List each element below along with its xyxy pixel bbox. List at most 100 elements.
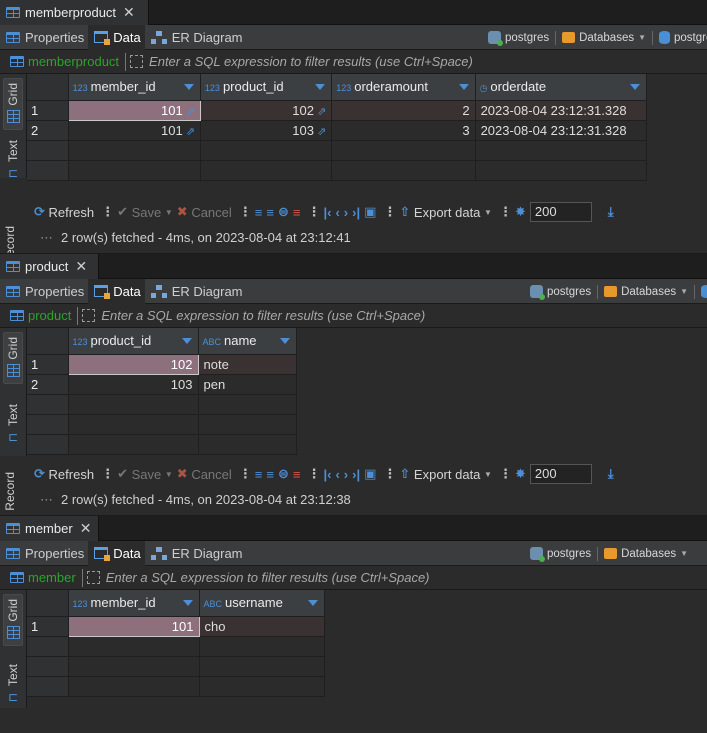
- table-row[interactable]: 1 102 note: [27, 353, 297, 375]
- column-header[interactable]: ABC name: [198, 328, 297, 355]
- sort-icon[interactable]: [182, 600, 193, 606]
- column-header[interactable]: ◷ orderdate: [475, 74, 648, 101]
- dropdown-icon[interactable]: ▼: [680, 549, 688, 558]
- link-icon[interactable]: ⇗: [317, 106, 326, 118]
- cancel-button[interactable]: ✖ Cancel: [177, 466, 232, 482]
- table-cell[interactable]: 102: [67, 353, 199, 375]
- link-icon[interactable]: ⇗: [186, 126, 195, 138]
- add-row-icon[interactable]: ≡: [266, 205, 274, 220]
- delete-row-icon[interactable]: ≡: [293, 205, 301, 220]
- column-header[interactable]: 123 member_id: [68, 590, 200, 617]
- table-row[interactable]: 2 103 pen: [27, 374, 297, 395]
- settings-icon[interactable]: ✸: [515, 466, 526, 482]
- database-name[interactable]: postgres: [674, 32, 707, 44]
- editor-tab-product[interactable]: product ✕: [0, 254, 99, 279]
- sort-icon[interactable]: [181, 338, 192, 344]
- connection-selector[interactable]: postgres Databases ▼ postgres: [488, 25, 707, 50]
- databases-label[interactable]: Databases: [579, 32, 634, 44]
- fetch-all-icon[interactable]: ▣: [364, 204, 376, 220]
- save-button[interactable]: ✔ Save ▼: [117, 466, 173, 482]
- fetch-size-input[interactable]: 200: [529, 464, 592, 484]
- next-page-icon[interactable]: ›: [344, 205, 348, 220]
- sort-icon[interactable]: [307, 600, 318, 606]
- export-data-button[interactable]: ⇧ Export data ▼: [399, 204, 492, 220]
- tab-properties[interactable]: Properties: [0, 541, 88, 566]
- row-number[interactable]: 2: [27, 374, 69, 395]
- link-icon[interactable]: ⇗: [317, 126, 326, 138]
- editor-tab-memberproduct[interactable]: memberproduct ✕: [0, 0, 149, 25]
- last-page-icon[interactable]: ›|: [352, 205, 360, 220]
- sort-icon[interactable]: [630, 84, 640, 90]
- tab-data[interactable]: Data: [88, 24, 145, 50]
- table-row[interactable]: 1 101 ⇗ 102 ⇗ 2 2023-08-04 23:12:31.328: [27, 99, 648, 121]
- fetch-all-icon[interactable]: ▣: [364, 466, 376, 482]
- row-number[interactable]: 2: [27, 120, 69, 141]
- close-icon[interactable]: ✕: [75, 258, 87, 275]
- close-icon[interactable]: ✕: [123, 4, 135, 21]
- record-view-tab[interactable]: Record: [3, 226, 17, 254]
- table-row[interactable]: 2 101 ⇗ 103 ⇗ 3 2023-08-04 23:12:31.328: [27, 120, 648, 141]
- tab-er-diagram[interactable]: ER Diagram: [145, 541, 247, 566]
- text-view-tab[interactable]: Text ⊏: [3, 404, 23, 452]
- editor-tab-member[interactable]: member ✕: [0, 516, 99, 541]
- connection-selector[interactable]: postgres Databases ▼: [530, 279, 707, 304]
- tab-er-diagram[interactable]: ER Diagram: [145, 279, 247, 304]
- table-cell[interactable]: 2: [331, 100, 476, 121]
- next-page-icon[interactable]: ›: [344, 467, 348, 482]
- copy-row-icon[interactable]: ⊜: [278, 204, 289, 220]
- table-cell[interactable]: 101 ⇗: [68, 120, 201, 141]
- table-cell[interactable]: 101 ⇗: [67, 99, 201, 121]
- prev-page-icon[interactable]: ‹: [335, 205, 339, 220]
- table-cell[interactable]: 101: [67, 615, 200, 637]
- tab-properties[interactable]: Properties: [0, 25, 88, 50]
- table-row[interactable]: 1 101 cho: [27, 615, 325, 637]
- table-cell[interactable]: 2023-08-04 23:12:31.328: [475, 100, 648, 121]
- refresh-button[interactable]: ⟳ Refresh: [34, 204, 94, 220]
- scroll-to-bottom-icon[interactable]: ⤓: [608, 204, 614, 220]
- text-view-tab[interactable]: Text ⊏: [3, 664, 23, 712]
- grid-view-tab[interactable]: Grid: [3, 78, 23, 130]
- sort-icon[interactable]: [458, 84, 469, 90]
- row-number[interactable]: 1: [27, 100, 69, 121]
- add-row-icon[interactable]: ≡: [266, 467, 274, 482]
- link-icon[interactable]: ⇗: [186, 106, 195, 118]
- sort-icon[interactable]: [315, 84, 326, 90]
- edit-row-icon[interactable]: ≡: [255, 205, 263, 220]
- refresh-button[interactable]: ⟳ Refresh: [34, 466, 94, 482]
- table-cell[interactable]: cho: [199, 616, 325, 637]
- sort-icon[interactable]: [183, 84, 194, 90]
- settings-icon[interactable]: ✸: [515, 204, 526, 220]
- text-view-tab[interactable]: Text ⊏: [3, 140, 23, 188]
- column-header[interactable]: 123 product_id: [200, 74, 333, 101]
- grid-view-tab[interactable]: Grid: [3, 332, 23, 384]
- table-cell[interactable]: 103: [68, 374, 199, 395]
- column-header[interactable]: 123 member_id: [68, 74, 201, 101]
- table-cell[interactable]: 3: [331, 120, 476, 141]
- expand-icon[interactable]: [130, 55, 144, 68]
- tab-data[interactable]: Data: [88, 278, 145, 304]
- tab-data[interactable]: Data: [88, 540, 145, 566]
- sort-icon[interactable]: [279, 338, 290, 344]
- last-page-icon[interactable]: ›|: [352, 467, 360, 482]
- first-page-icon[interactable]: |‹: [323, 467, 331, 482]
- tab-properties[interactable]: Properties: [0, 279, 88, 304]
- edit-row-icon[interactable]: ≡: [255, 467, 263, 482]
- table-cell[interactable]: pen: [198, 374, 297, 395]
- databases-label[interactable]: Databases: [621, 548, 676, 560]
- filter-input[interactable]: [101, 304, 707, 327]
- row-number[interactable]: 1: [27, 354, 69, 375]
- record-view-tab[interactable]: Record: [3, 472, 17, 511]
- prev-page-icon[interactable]: ‹: [335, 467, 339, 482]
- column-header[interactable]: ABC username: [199, 590, 325, 617]
- databases-label[interactable]: Databases: [621, 286, 676, 298]
- filter-input[interactable]: [149, 50, 707, 73]
- column-header[interactable]: 123 product_id: [68, 328, 199, 355]
- save-button[interactable]: ✔ Save ▼: [117, 204, 173, 220]
- fetch-size-input[interactable]: 200: [529, 202, 592, 222]
- expand-icon[interactable]: [82, 309, 96, 322]
- tab-er-diagram[interactable]: ER Diagram: [145, 25, 247, 50]
- dropdown-icon[interactable]: ▼: [638, 33, 646, 42]
- delete-row-icon[interactable]: ≡: [293, 467, 301, 482]
- first-page-icon[interactable]: |‹: [323, 205, 331, 220]
- table-cell[interactable]: 103 ⇗: [200, 120, 333, 141]
